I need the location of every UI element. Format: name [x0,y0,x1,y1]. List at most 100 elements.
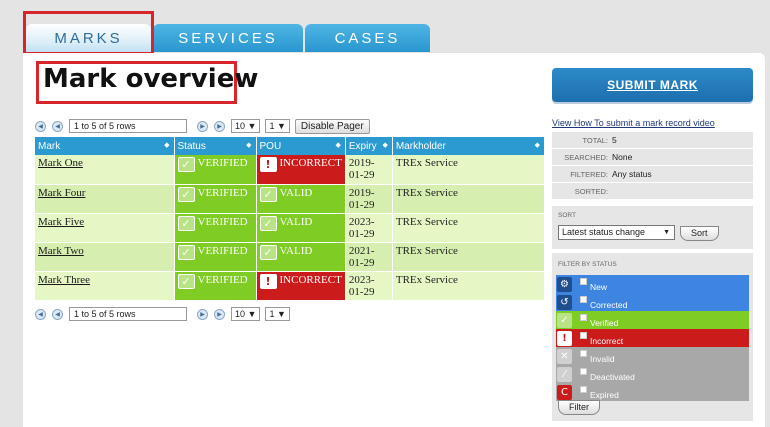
status-badge: VERIFIED [197,244,248,257]
filter-checkbox[interactable] [580,296,587,303]
sort-button[interactable]: Sort [680,226,719,241]
sort-label: SORT [558,212,576,219]
filter-checkbox[interactable] [580,332,587,339]
video-link[interactable]: View How To submit a mark record video [552,118,715,128]
status-badge: VERIFIED [197,273,248,286]
stat-filtered: FILTERED: Any status [552,166,753,182]
warning-icon: ! [259,157,277,172]
stat-searched: SEARCHED: None [552,149,753,165]
table-row: Mark Four ✓ VERIFIED ✓ VALID 2019-01-29 TR… [35,184,546,214]
disable-pager-button[interactable]: Disable Pager [294,118,370,134]
sort-select[interactable]: Latest status change ▼ [558,225,675,240]
expiry-cell: 2019-01-29 [345,155,393,185]
filter-button[interactable]: Filter [558,400,600,415]
tab-services[interactable]: SERVICES [153,24,303,52]
pou-badge: INCORRECT [279,273,342,286]
mark-link[interactable]: Mark Two [38,245,84,257]
sort-icon: ◆ [382,141,388,149]
filter-checkbox[interactable] [580,368,587,375]
pager-top: ◀ ◀ 1 to 5 of 5 rows ▶ ▶ 10 ▼ 1 ▼ Disabl… [35,118,370,134]
table-row: Mark Two ✓ VERIFIED ✓ VALID 2021-01-29 TRE… [35,242,546,272]
slash-icon: ⁄ [557,366,572,382]
filter-item-verified[interactable]: ✓ Verified [556,311,749,329]
mark-link[interactable]: Mark Four [38,187,85,199]
markholder-cell: TREx Service [392,213,546,243]
filter-checkbox[interactable] [580,386,587,393]
filter-item-incorrect[interactable]: ! Incorrect [556,329,749,347]
column-header-markholder[interactable]: Markholder ◆ [392,137,546,155]
expiry-cell: 2021-01-29 [345,242,393,272]
expired-icon: C [557,384,572,400]
first-page-icon[interactable]: ◀ [35,308,46,320]
status-badge: VERIFIED [197,157,248,169]
column-header-expiry[interactable]: Expiry ◆ [345,137,393,155]
mark-link[interactable]: Mark One [38,157,83,169]
table-row: Mark Five ✓ VERIFIED ✓ VALID 2023-01-29 TR… [35,213,546,243]
markholder-cell: TREx Service [392,242,546,272]
marks-table: Mark ◆ Status ◆ POU ◆ Expiry ◆ Markholder ◆ M… [35,137,546,301]
filter-item-corrected[interactable]: ↺ Corrected [556,293,749,311]
tab-highlight-box [23,11,154,55]
filter-item-expired[interactable]: C Expired [556,383,749,401]
status-badge: VERIFIED [197,215,248,228]
column-header-pou[interactable]: POU ◆ [256,137,346,155]
expiry-cell: 2019-01-29 [345,184,393,214]
table-row: Mark Three ✓ VERIFIED ! INCORRECT 2023-01-… [35,271,546,301]
stats-panel: TOTAL: 5 SEARCHED: None FILTERED: Any statu… [552,132,753,200]
prev-page-icon[interactable]: ◀ [52,120,63,132]
filter-item-invalid[interactable]: ✕ Invalid [556,347,749,365]
column-header-status[interactable]: Status ◆ [174,137,257,155]
filter-item-deactivated[interactable]: ⁄ Deactivated [556,365,749,383]
check-icon: ✓ [177,273,195,289]
page-size-select[interactable]: 10 ▼ [231,119,261,133]
warning-icon: ! [259,273,277,289]
sort-icon: ◆ [534,141,540,149]
check-icon: ✓ [177,215,195,231]
tab-cases[interactable]: CASES [305,24,430,52]
pager-info: 1 to 5 of 5 rows [69,307,187,321]
filter-checkbox[interactable] [580,350,587,357]
check-icon: ✓ [177,186,195,202]
pou-badge: VALID [279,244,313,257]
pou-badge: VALID [279,215,313,228]
page-number-select[interactable]: 1 ▼ [265,307,290,321]
check-icon: ✓ [259,244,277,260]
check-icon: ✓ [259,215,277,231]
mark-link[interactable]: Mark Five [38,216,84,228]
pou-badge: INCORRECT [279,157,342,169]
undo-icon: ↺ [557,294,572,310]
next-page-icon[interactable]: ▶ [197,308,208,320]
mark-link[interactable]: Mark Three [38,274,90,286]
filter-label: FILTER BY STATUS [558,261,617,268]
last-page-icon[interactable]: ▶ [214,308,225,320]
sort-icon: ◆ [246,141,252,149]
submit-mark-button[interactable]: SUBMIT MARK [552,68,753,102]
expiry-cell: 2023-01-29 [345,271,393,301]
check-icon: ✓ [259,186,277,202]
chevron-down-icon: ▼ [663,229,670,236]
next-page-icon[interactable]: ▶ [197,120,208,132]
status-badge: VERIFIED [197,186,248,199]
markholder-cell: TREx Service [392,271,546,301]
filter-checkbox[interactable] [580,278,587,285]
x-icon: ✕ [557,348,572,364]
last-page-icon[interactable]: ▶ [214,120,225,132]
markholder-cell: TREx Service [392,155,546,185]
pager-bottom: ◀ ◀ 1 to 5 of 5 rows ▶ ▶ 10 ▼ 1 ▼ [35,306,295,322]
column-header-mark[interactable]: Mark ◆ [35,137,175,155]
markholder-cell: TREx Service [392,184,546,214]
pou-badge: VALID [279,186,313,199]
check-icon: ✓ [177,244,195,260]
sort-icon: ◆ [335,141,341,149]
first-page-icon[interactable]: ◀ [35,120,46,132]
filter-checkbox[interactable] [580,314,587,321]
filter-item-new[interactable]: ⚙ New [556,275,749,293]
page-size-select[interactable]: 10 ▼ [231,307,261,321]
table-row: Mark One ✓ VERIFIED ! INCORRECT 2019-01-29… [35,155,546,185]
prev-page-icon[interactable]: ◀ [52,308,63,320]
page-title: Mark overview [43,64,259,94]
check-icon: ✓ [557,312,572,328]
warning-icon: ! [557,330,572,346]
check-icon: ✓ [177,157,195,172]
page-number-select[interactable]: 1 ▼ [265,119,290,133]
